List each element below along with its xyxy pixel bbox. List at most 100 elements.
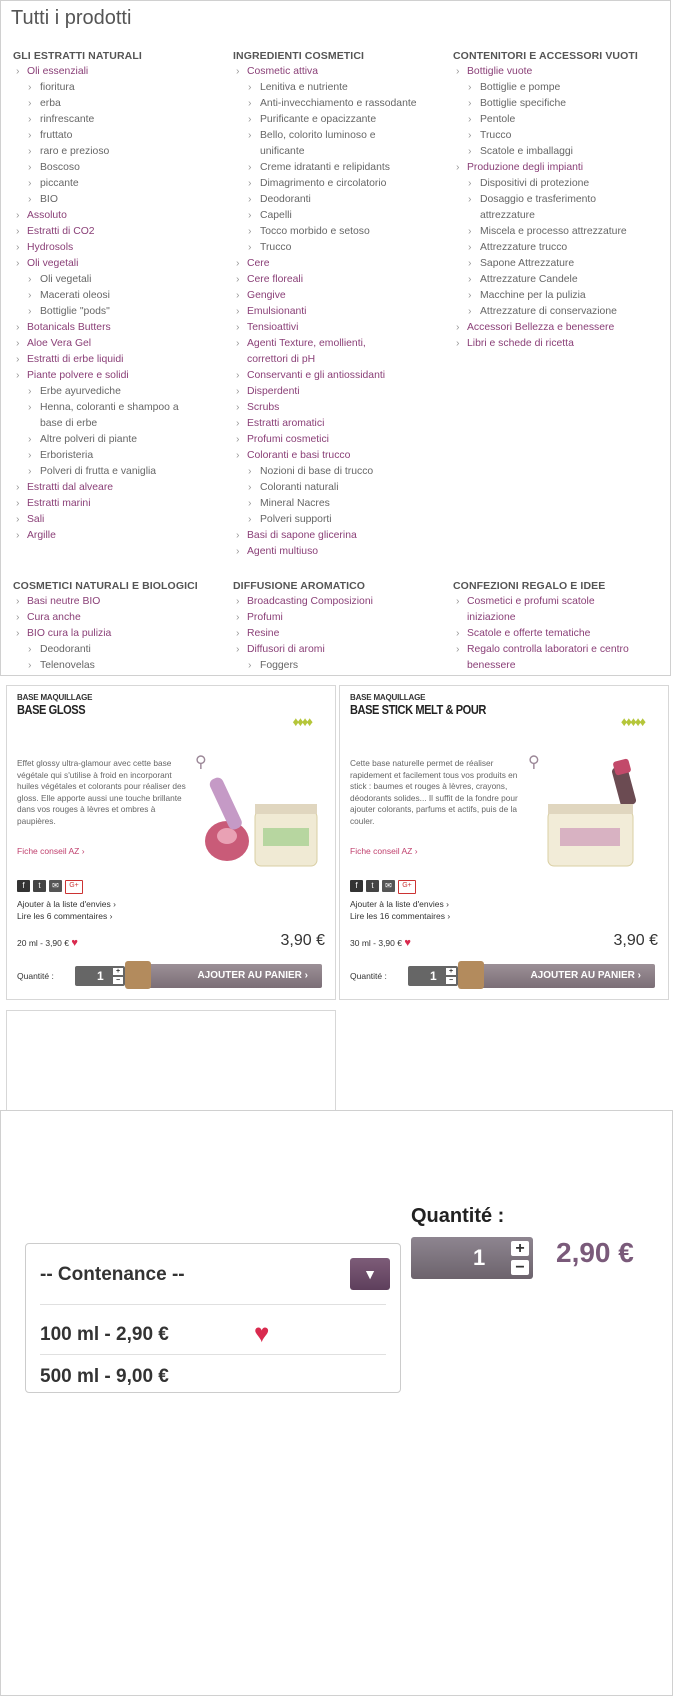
category-link[interactable]: Profumi cosmetici (233, 432, 451, 448)
category-link[interactable]: Sali (13, 512, 231, 528)
subcategory-link[interactable]: Boscoso (13, 160, 231, 176)
subcategory-link[interactable]: correttori di pH (233, 352, 451, 368)
subcategory-link[interactable]: Mineral Nacres (233, 496, 451, 512)
subcategory-link[interactable]: Attrezzature trucco (453, 240, 670, 256)
subcategory-link[interactable]: Lenitiva e nutriente (233, 80, 451, 96)
subcategory-link[interactable]: benessere (453, 658, 670, 674)
subcategory-link[interactable]: Pentole (453, 112, 670, 128)
category-link[interactable]: Estratti marini (13, 496, 231, 512)
category-link[interactable]: Basi neutre BIO (13, 594, 231, 610)
minus-icon[interactable]: − (446, 977, 456, 984)
category-link[interactable]: Libri e schede di ricetta (453, 336, 670, 352)
category-link[interactable]: Conservanti e gli antiossidanti (233, 368, 451, 384)
subcategory-link[interactable]: Capelli (233, 208, 451, 224)
subcategory-link[interactable]: Trucco (453, 128, 670, 144)
subcategory-link[interactable]: Nozioni di base di trucco (233, 464, 451, 480)
category-link[interactable]: Estratti di erbe liquidi (13, 352, 231, 368)
category-link[interactable]: Estratti aromatici (233, 416, 451, 432)
facebook-icon[interactable]: f (17, 880, 30, 892)
category-link[interactable]: Piante polvere e solidi (13, 368, 231, 384)
plus-icon[interactable]: + (511, 1241, 529, 1257)
subcategory-link[interactable]: Bottiglie specifiche (453, 96, 670, 112)
subcategory-link[interactable]: Oli vegetali (13, 272, 231, 288)
category-link[interactable]: Agenti Texture, emollienti, (233, 336, 451, 352)
facebook-icon[interactable]: f (350, 880, 363, 892)
subcategory-link[interactable]: piccante (13, 176, 231, 192)
contenance-selected[interactable]: -- Contenance -- (40, 1264, 185, 1286)
fiche-conseil-link[interactable]: Fiche conseil AZ › (350, 846, 418, 856)
comments-link[interactable]: Lire les 16 commentaires › (350, 910, 450, 922)
subcategory-link[interactable]: Altre polveri di piante (13, 432, 231, 448)
category-link[interactable]: Cere floreali (233, 272, 451, 288)
category-link[interactable]: Scatole e offerte tematiche (453, 626, 670, 642)
category-link[interactable]: Coloranti e basi trucco (233, 448, 451, 464)
product-image[interactable] (197, 756, 327, 876)
subcategory-link[interactable]: raro e prezioso (13, 144, 231, 160)
subcategory-link[interactable]: Bello, colorito luminoso e (233, 128, 451, 144)
subcategory-link[interactable]: Scatole e imballaggi (453, 144, 670, 160)
plus-icon[interactable]: + (446, 968, 456, 975)
category-link[interactable]: Disperdenti (233, 384, 451, 400)
quantity-stepper[interactable]: 1 + − (411, 1237, 533, 1279)
subcategory-link[interactable]: iniziazione (453, 610, 670, 626)
subcategory-link[interactable]: Polveri di frutta e vaniglia (13, 464, 231, 480)
twitter-icon[interactable]: t (366, 880, 379, 892)
category-link[interactable]: Oli vegetali (13, 256, 231, 272)
plus-icon[interactable]: + (113, 968, 123, 975)
subcategory-link[interactable]: Coloranti naturali (233, 480, 451, 496)
heart-icon[interactable]: ♥ (254, 1318, 269, 1349)
category-link[interactable]: Estratti di CO2 (13, 224, 231, 240)
subcategory-link[interactable]: Erboristeria (13, 448, 231, 464)
subcategory-link[interactable]: Sapone Attrezzature (453, 256, 670, 272)
quantity-value[interactable]: 1 (97, 969, 104, 983)
minus-icon[interactable]: − (113, 977, 123, 984)
subcategory-link[interactable]: Macerati oleosi (13, 288, 231, 304)
subcategory-link[interactable]: Telenovelas (13, 658, 231, 674)
wishlist-link[interactable]: Ajouter à la liste d'envies › (17, 898, 116, 910)
add-to-cart-button[interactable]: AJOUTER AU PANIER › (458, 961, 655, 989)
subcategory-link[interactable]: Dosaggio e trasferimento (453, 192, 670, 208)
category-link[interactable]: Profumi (233, 610, 451, 626)
category-link[interactable]: Cura anche (13, 610, 231, 626)
quantity-stepper[interactable]: 1 + − (75, 966, 125, 986)
product-title[interactable]: BASE STICK MELT & POUR (350, 702, 486, 717)
subcategory-link[interactable]: Dispositivi di protezione (453, 176, 670, 192)
subcategory-link[interactable]: Miscela e processo attrezzature (453, 224, 670, 240)
category-link[interactable]: Cosmetici e profumi scatole (453, 594, 670, 610)
subcategory-link[interactable]: Deodoranti (13, 642, 231, 658)
contenance-option[interactable]: 100 ml - 2,90 € (40, 1324, 169, 1346)
category-link[interactable]: Regalo controlla laboratori e centro (453, 642, 670, 658)
subcategory-link[interactable]: Bottiglie "pods" (13, 304, 231, 320)
product-title[interactable]: BASE GLOSS (17, 702, 86, 717)
category-link[interactable]: BIO cura la pulizia (13, 626, 231, 642)
subcategory-link[interactable]: Deodoranti (233, 192, 451, 208)
category-link[interactable]: Tensioattivi (233, 320, 451, 336)
fiche-conseil-link[interactable]: Fiche conseil AZ › (17, 846, 85, 856)
subcategory-link[interactable]: Erbe ayurvediche (13, 384, 231, 400)
heart-icon[interactable]: ♥ (404, 937, 411, 949)
quantity-value[interactable]: 1 (430, 969, 437, 983)
subcategory-link[interactable]: base di erbe (13, 416, 231, 432)
contenance-dropdown[interactable]: -- Contenance -- ▼ 100 ml - 2,90 € ♥ 500… (25, 1243, 401, 1393)
mail-icon[interactable]: ✉ (49, 880, 62, 892)
category-link[interactable]: Aloe Vera Gel (13, 336, 231, 352)
category-link[interactable]: Basi di sapone glicerina (233, 528, 451, 544)
subcategory-link[interactable]: Attrezzature di conservazione (453, 304, 670, 320)
category-link[interactable]: Resine (233, 626, 451, 642)
category-link[interactable]: Cosmetic attiva (233, 64, 451, 80)
subcategory-link[interactable]: Purificante e opacizzante (233, 112, 451, 128)
category-link[interactable]: Estratti dal alveare (13, 480, 231, 496)
add-to-cart-button[interactable]: AJOUTER AU PANIER › (125, 961, 322, 989)
category-link[interactable]: Broadcasting Composizioni (233, 594, 451, 610)
category-link[interactable]: Scrubs (233, 400, 451, 416)
subcategory-link[interactable]: rinfrescante (13, 112, 231, 128)
google-plus-icon[interactable]: G+ (65, 880, 83, 894)
category-link[interactable]: Bottiglie vuote (453, 64, 670, 80)
category-link[interactable]: Emulsionanti (233, 304, 451, 320)
minus-icon[interactable]: − (511, 1260, 529, 1276)
subcategory-link[interactable]: Henna, coloranti e shampoo a (13, 400, 231, 416)
category-link[interactable]: Accessori Bellezza e benessere (453, 320, 670, 336)
subcategory-link[interactable]: Tocco morbido e setoso (233, 224, 451, 240)
subcategory-link[interactable]: fioritura (13, 80, 231, 96)
quantity-value[interactable]: 1 (473, 1245, 485, 1270)
